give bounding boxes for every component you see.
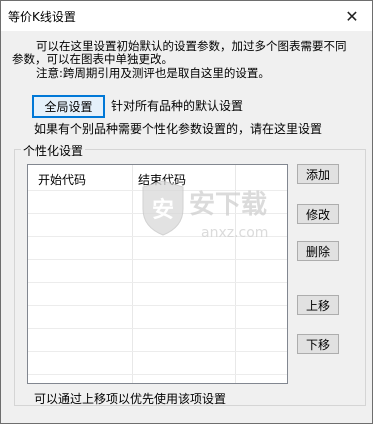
description-note: 注意:跨周期引用及测评也是取自这里的设置。 (36, 66, 270, 80)
global-settings-button[interactable]: 全局设置 (32, 95, 105, 118)
title-bar: 等价K线设置 ✕ (1, 1, 372, 31)
close-button[interactable]: ✕ (332, 1, 372, 31)
personal-settings-hint: 如果有个别品种需要个性化参数设置的，请在这里设置 (34, 122, 323, 136)
watermark-logo: 安 安下载 anxz.com (142, 180, 268, 241)
global-settings-description: 针对所有品种的默认设置 (111, 99, 244, 113)
move-up-button[interactable]: 上移 (297, 295, 339, 315)
edit-button[interactable]: 修改 (297, 204, 339, 224)
dialog-window: 等价K线设置 ✕ 可以在这里设置初始默认的设置参数，加过多个图表需要不同 参数，… (0, 0, 373, 424)
window-title: 等价K线设置 (8, 10, 76, 24)
row-line (28, 374, 287, 375)
move-down-button[interactable]: 下移 (297, 334, 339, 354)
row-line (28, 282, 287, 283)
column-header-start-code[interactable]: 开始代码 (38, 171, 86, 188)
description-line-2: 参数，可以在图表中单独更改。 (12, 52, 173, 66)
personal-settings-group-label: 个性化设置 (21, 142, 86, 159)
svg-text:安: 安 (152, 197, 174, 223)
watermark-text: 安下载 (189, 190, 267, 220)
row-line (28, 328, 287, 329)
watermark-url: anxz.com (201, 225, 268, 241)
row-line (28, 351, 287, 352)
delete-button[interactable]: 删除 (297, 241, 339, 261)
close-icon[interactable]: ✕ (345, 7, 358, 26)
row-line (28, 259, 287, 260)
row-line (28, 305, 287, 306)
shield-icon: 安 (142, 180, 184, 236)
description-line-1: 可以在这里设置初始默认的设置参数，加过多个图表需要不同 (36, 39, 347, 53)
priority-hint: 可以通过上移项以优先使用该项设置 (34, 392, 227, 406)
add-button[interactable]: 添加 (297, 164, 339, 184)
